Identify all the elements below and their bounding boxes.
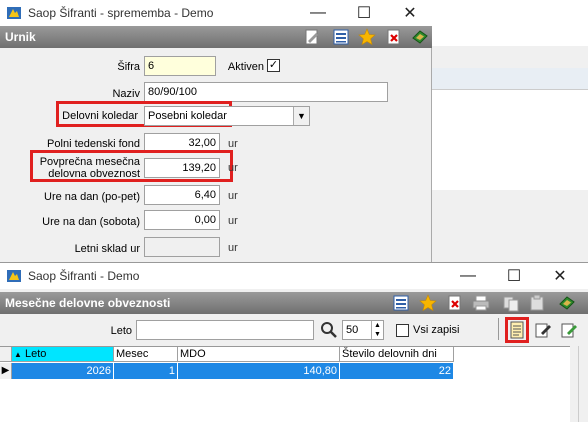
ure-sob-label: Ure na dan (sobota) xyxy=(42,216,140,228)
print-icon[interactable] xyxy=(472,294,490,312)
sifra-field[interactable]: 6 xyxy=(144,56,216,76)
column-label-leto: Leto xyxy=(24,348,47,360)
cell-mdo[interactable]: 140,80 xyxy=(178,363,340,379)
row-indicator-icon: ▶ xyxy=(0,363,12,379)
edit-icon[interactable] xyxy=(303,28,321,46)
title-bar-2[interactable]: Saop Šifranti - Demo — ☐ ✕ xyxy=(0,263,588,289)
vsi-zapisi-label: Vsi zapisi xyxy=(413,324,460,336)
naziv-field[interactable]: 80/90/100 xyxy=(144,82,388,102)
section-title: Urnik xyxy=(5,30,36,44)
maximize-button[interactable]: ☐ xyxy=(342,0,386,26)
grid-corner xyxy=(0,347,12,362)
ure-dan-unit: ur xyxy=(228,190,238,202)
spin-down-icon[interactable]: ▼ xyxy=(371,330,383,339)
edit-record-icon[interactable] xyxy=(534,321,552,339)
background-panel xyxy=(432,190,588,268)
naziv-label: Naziv xyxy=(112,88,140,100)
star-icon[interactable] xyxy=(419,294,437,312)
aktiven-checkbox[interactable]: ✓ xyxy=(267,59,280,72)
search-icon[interactable] xyxy=(320,321,338,339)
koledar-select[interactable]: Posebni koledar xyxy=(144,106,310,126)
ure-dan-label: Ure na dan (po-pet) xyxy=(44,191,140,203)
sifra-label: Šifra xyxy=(117,61,140,73)
chevron-down-icon[interactable]: ▼ xyxy=(293,107,309,125)
list-icon[interactable] xyxy=(332,28,350,46)
letni-field xyxy=(144,237,220,257)
aktiven-label: Aktiven xyxy=(227,61,264,73)
paste-icon[interactable] xyxy=(528,294,546,312)
background-bar xyxy=(432,46,588,68)
povprecna-field[interactable]: 139,20 xyxy=(144,158,220,178)
close-button-2[interactable]: ✕ xyxy=(538,263,582,289)
exit-icon[interactable] xyxy=(411,28,429,46)
new-record-icon[interactable] xyxy=(508,321,526,339)
section-title-2: Mesečne delovne obveznosti xyxy=(5,296,171,310)
app-icon xyxy=(7,7,21,19)
vertical-scrollbar[interactable] xyxy=(578,346,588,422)
cell-leto[interactable]: 2026 xyxy=(12,363,114,379)
copy-icon[interactable] xyxy=(502,294,520,312)
background-row xyxy=(432,68,588,90)
column-header-mdo[interactable]: MDO xyxy=(178,347,340,362)
ure-sob-unit: ur xyxy=(228,215,238,227)
vsi-zapisi-checkbox[interactable] xyxy=(396,324,409,337)
minimize-button[interactable]: — xyxy=(296,0,340,26)
ure-dan-field[interactable]: 6,40 xyxy=(144,185,220,205)
title-bar[interactable]: Saop Šifranti - sprememba - Demo — ☐ ✕ xyxy=(0,0,432,26)
letni-label: Letni sklad ur xyxy=(74,243,140,255)
cell-dni[interactable]: 22 xyxy=(340,363,454,379)
column-header-dni[interactable]: Število delovnih dni xyxy=(340,347,454,362)
exit-icon[interactable] xyxy=(558,294,576,312)
cell-mesec[interactable]: 1 xyxy=(114,363,178,379)
list-icon[interactable] xyxy=(392,294,410,312)
minimize-button-2[interactable]: — xyxy=(446,263,490,289)
background-window xyxy=(432,0,588,268)
app-icon xyxy=(7,270,21,282)
delete-icon[interactable] xyxy=(446,294,464,312)
star-icon[interactable] xyxy=(358,28,376,46)
maximize-button-2[interactable]: ☐ xyxy=(492,263,536,289)
polni-label: Polni tedenski fond xyxy=(47,138,140,150)
leto-filter-input[interactable] xyxy=(136,320,314,340)
column-header-mesec[interactable]: Mesec xyxy=(114,347,178,362)
edit-window: Saop Šifranti - sprememba - Demo — ☐ ✕ U… xyxy=(0,0,432,268)
column-header-leto[interactable]: ▲ Leto xyxy=(12,347,114,362)
edit-all-icon[interactable] xyxy=(560,321,578,339)
list-window: Saop Šifranti - Demo — ☐ ✕ Mesečne delov… xyxy=(0,262,588,422)
ure-sob-field[interactable]: 0,00 xyxy=(144,210,220,230)
letni-unit: ur xyxy=(228,242,238,254)
close-button[interactable]: ✕ xyxy=(388,0,432,26)
povprecna-unit: ur xyxy=(228,162,238,174)
section-header-2: Mesečne delovne obveznosti xyxy=(0,292,588,314)
leto-filter-label: Leto xyxy=(110,325,132,337)
delete-icon[interactable] xyxy=(385,28,403,46)
count-value: 50 xyxy=(346,324,359,336)
povprecna-label-line2: delovna obveznost xyxy=(48,168,140,180)
sort-ascending-icon: ▲ xyxy=(14,350,22,359)
window-title-2: Saop Šifranti - Demo xyxy=(28,269,140,283)
koledar-label: Delovni koledar xyxy=(62,110,138,122)
polni-unit: ur xyxy=(228,138,238,150)
toolbar-divider xyxy=(498,318,499,340)
window-title: Saop Šifranti - sprememba - Demo xyxy=(28,6,214,20)
koledar-value: Posebni koledar xyxy=(148,110,227,122)
spin-up-icon[interactable]: ▲ xyxy=(371,321,383,330)
